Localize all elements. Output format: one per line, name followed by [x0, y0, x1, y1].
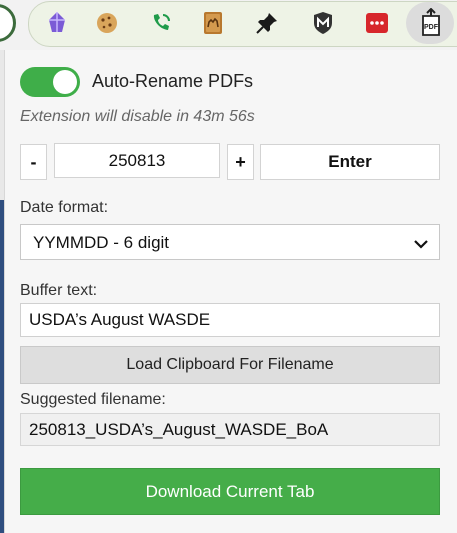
phone-icon[interactable]: [148, 10, 174, 36]
camel-book-icon[interactable]: [200, 10, 226, 36]
decrement-button[interactable]: -: [20, 144, 47, 180]
profile-ring[interactable]: [0, 4, 16, 42]
extension-popup-screen: PDF Auto-Rename PDFs Extension will disa…: [0, 0, 457, 533]
red-dots-icon[interactable]: [364, 10, 390, 36]
buffer-text-input[interactable]: USDA’s August WASDE: [20, 303, 440, 337]
browser-toolbar: PDF: [0, 0, 457, 50]
pdf-icon-label: PDF: [424, 24, 439, 31]
increment-button[interactable]: +: [227, 144, 254, 180]
suggested-filename-field[interactable]: 250813_USDA’s_August_WASDE_BoA: [20, 413, 440, 446]
date-format-select[interactable]: YYMMDD - 6 digit: [20, 224, 440, 260]
shield-m-icon[interactable]: [310, 10, 336, 36]
date-number-input[interactable]: 250813: [54, 143, 220, 178]
auto-rename-label: Auto-Rename PDFs: [92, 71, 254, 91]
kite-icon[interactable]: [44, 10, 70, 36]
pushpin-icon[interactable]: [254, 10, 280, 36]
chevron-down-icon: [413, 237, 429, 255]
popup-border: [4, 50, 5, 533]
suggested-filename-label: Suggested filename:: [20, 391, 166, 408]
download-current-tab-button[interactable]: Download Current Tab: [20, 468, 440, 515]
auto-rename-toggle[interactable]: [20, 67, 80, 97]
extensions-bar: [28, 1, 457, 47]
buffer-text-label: Buffer text:: [20, 282, 98, 299]
date-format-label: Date format:: [20, 199, 109, 216]
timer-note: Extension will disable in 43m 56s: [20, 108, 255, 125]
date-format-selected: YYMMDD - 6 digit: [33, 233, 170, 252]
toggle-knob: [53, 70, 77, 94]
cookie-icon[interactable]: [94, 10, 120, 36]
load-clipboard-button[interactable]: Load Clipboard For Filename: [20, 346, 440, 384]
pdf-upload-icon[interactable]: PDF: [417, 8, 445, 38]
enter-button[interactable]: Enter: [260, 144, 440, 180]
